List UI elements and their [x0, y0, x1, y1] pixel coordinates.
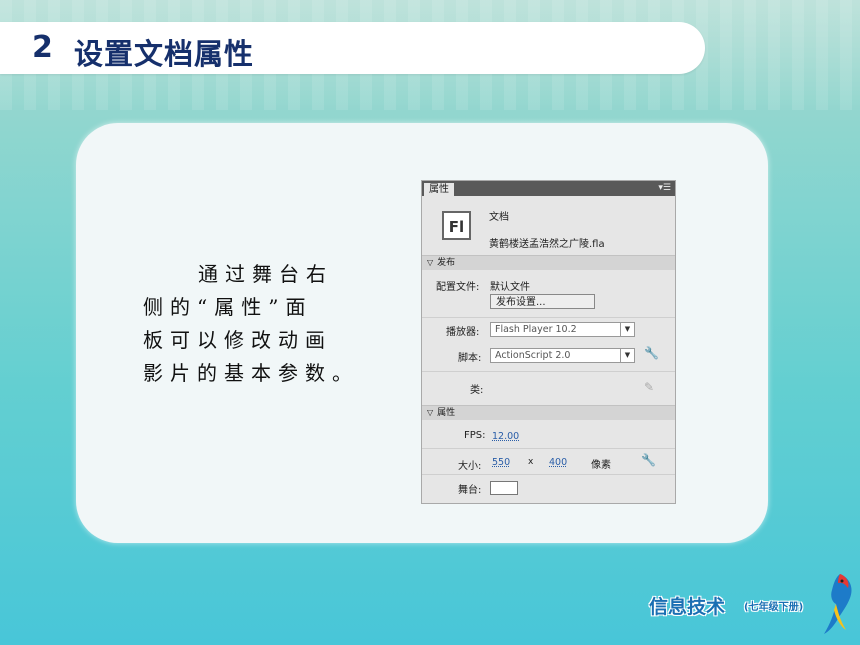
- divider: [422, 448, 675, 449]
- description-line: 板可以修改动画: [143, 328, 332, 352]
- flash-document-icon: Fl: [442, 211, 471, 240]
- publish-settings-button[interactable]: 发布设置...: [490, 294, 595, 309]
- properties-panel: 属性 ▾☰ Fl 文档 黄鹤楼送孟浩然之广陵.fla ▽ 发布 配置文件: 默认文…: [421, 180, 676, 504]
- description-line: 侧的“属性”面: [143, 295, 313, 319]
- document-name: 黄鹤楼送孟浩然之广陵.fla: [489, 239, 605, 250]
- script-select-value: ActionScript 2.0: [495, 350, 571, 361]
- section-publish[interactable]: ▽ 发布: [422, 255, 675, 270]
- fps-label: FPS:: [464, 430, 486, 441]
- height-value[interactable]: 400: [549, 457, 567, 468]
- divider: [422, 371, 675, 372]
- panel-menu-icon[interactable]: ▾☰: [658, 182, 671, 194]
- panel-tab-bar: 属性 ▾☰: [422, 181, 675, 196]
- profile-label: 配置文件:: [436, 282, 480, 293]
- logo-text: 信息技术: [649, 596, 726, 618]
- player-select-value: Flash Player 10.2: [495, 324, 577, 335]
- slide-title: 设置文档属性: [74, 37, 255, 71]
- width-value[interactable]: 550: [492, 457, 510, 468]
- divider: [422, 317, 675, 318]
- profile-value: 默认文件: [490, 282, 530, 293]
- player-label: 播放器:: [446, 327, 480, 338]
- size-separator: x: [528, 457, 534, 467]
- title-bar: 2 设置文档属性: [0, 22, 705, 74]
- slide-number: 2: [32, 30, 53, 65]
- divider: [422, 474, 675, 475]
- parrot-logo-icon: [824, 574, 852, 634]
- section-publish-label: 发布: [437, 258, 456, 268]
- stage-label: 舞台:: [458, 485, 482, 496]
- logo-subtitle: (七年级下册): [744, 602, 804, 613]
- description-text: 通过舞台右 侧的“属性”面 板可以修改动画 影片的基本参数。: [143, 258, 368, 390]
- fps-value[interactable]: 12.00: [492, 431, 519, 442]
- wrench-icon[interactable]: 🔧: [644, 346, 659, 360]
- size-label: 大小:: [458, 461, 482, 472]
- tab-properties[interactable]: 属性: [424, 183, 454, 196]
- document-type: 文档: [489, 212, 509, 223]
- player-select[interactable]: Flash Player 10.2 ▼: [490, 322, 635, 337]
- collapse-arrow-icon: ▽: [427, 408, 434, 417]
- description-line: 通过舞台右: [198, 262, 333, 286]
- size-unit: 像素: [591, 460, 611, 471]
- stage-color-swatch[interactable]: [490, 481, 518, 495]
- chevron-down-icon: ▼: [620, 323, 634, 336]
- pencil-icon[interactable]: ✎: [644, 380, 654, 394]
- class-label: 类:: [470, 385, 484, 396]
- script-select[interactable]: ActionScript 2.0 ▼: [490, 348, 635, 363]
- script-label: 脚本:: [458, 353, 482, 364]
- wrench-icon[interactable]: 🔧: [641, 453, 656, 467]
- section-properties-label: 属性: [437, 408, 456, 418]
- section-properties[interactable]: ▽ 属性: [422, 405, 675, 420]
- chevron-down-icon: ▼: [620, 349, 634, 362]
- collapse-arrow-icon: ▽: [427, 258, 434, 267]
- description-line: 影片的基本参数。: [143, 361, 359, 385]
